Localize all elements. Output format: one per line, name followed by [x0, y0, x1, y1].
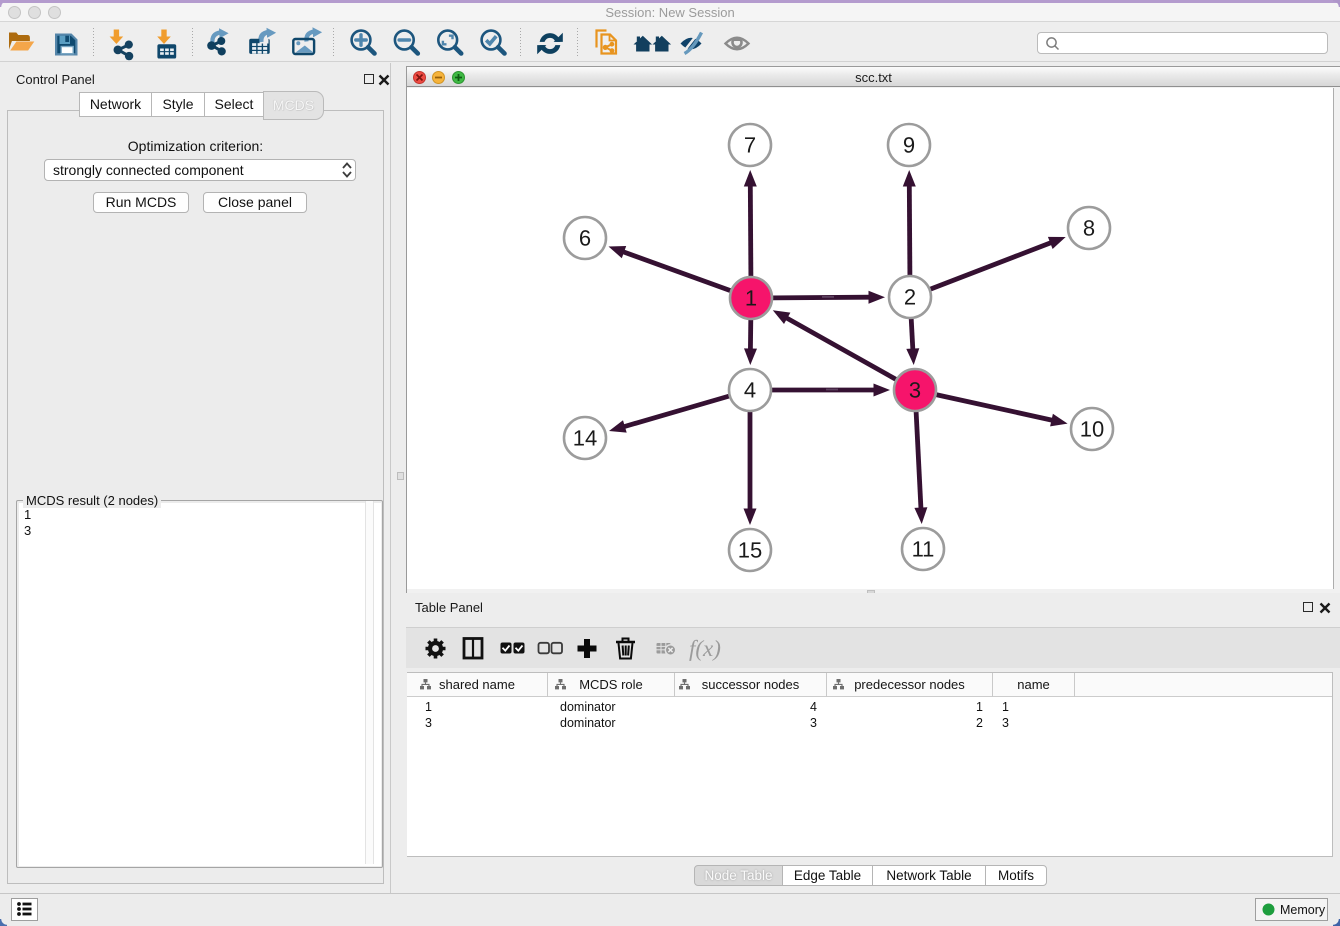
- svg-text:15: 15: [738, 537, 762, 562]
- svg-text:2: 2: [904, 284, 916, 309]
- svg-text:11: 11: [912, 536, 935, 561]
- svg-text:8: 8: [1083, 215, 1095, 240]
- svg-text:1: 1: [745, 285, 757, 310]
- svg-text:7: 7: [744, 132, 756, 157]
- svg-text:6: 6: [579, 225, 591, 250]
- svg-text:14: 14: [573, 425, 597, 450]
- svg-text:10: 10: [1080, 416, 1104, 441]
- svg-text:f(x): f(x): [689, 636, 721, 661]
- svg-text:4: 4: [744, 377, 756, 402]
- svg-text:3: 3: [909, 377, 921, 402]
- svg-text:9: 9: [903, 132, 915, 157]
